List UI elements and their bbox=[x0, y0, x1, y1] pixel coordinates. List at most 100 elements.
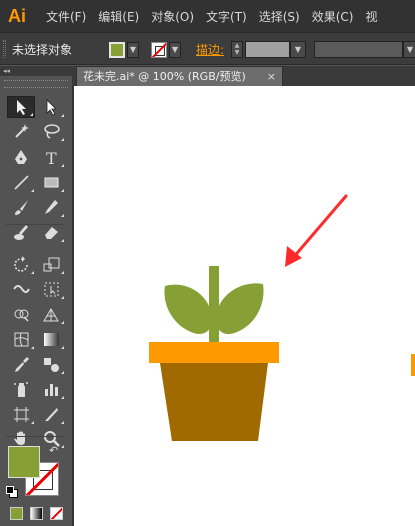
stroke-weight-input[interactable] bbox=[245, 41, 290, 58]
free-transform-tool-icon bbox=[44, 282, 59, 297]
magic-wand-tool-button[interactable] bbox=[7, 120, 35, 142]
rotate-tool-icon bbox=[14, 256, 28, 272]
selection-tool-icon bbox=[17, 100, 26, 115]
artboard-tool-button[interactable] bbox=[7, 403, 35, 425]
menu-edit[interactable]: 编辑(E) bbox=[98, 8, 139, 25]
stroke-color-swatch[interactable] bbox=[151, 42, 167, 58]
color-mode-button[interactable] bbox=[10, 507, 23, 520]
tool-flyout-indicator bbox=[31, 421, 34, 424]
menu-effect[interactable]: 效果(C) bbox=[312, 8, 354, 25]
tool-flyout-indicator bbox=[61, 346, 64, 349]
scale-tool-button[interactable] bbox=[37, 253, 65, 275]
slice-tool-icon bbox=[45, 408, 58, 421]
document-tab-title: 花未完.ai* @ 100% (RGB/预览) bbox=[83, 70, 246, 83]
tool-flyout-indicator bbox=[31, 271, 34, 274]
paintbrush-tool-button[interactable] bbox=[7, 196, 35, 218]
menu-bar: Ai 文件(F) 编辑(E) 对象(O) 文字(T) 选择(S) 效果(C) 视 bbox=[0, 0, 415, 32]
annotation-arrow-line bbox=[290, 194, 348, 261]
fill-color-swatch[interactable] bbox=[109, 42, 125, 58]
pen-tool-icon bbox=[15, 150, 27, 164]
tool-flyout-indicator bbox=[61, 296, 64, 299]
app-logo: Ai bbox=[8, 5, 26, 26]
eyedropper-tool-button[interactable] bbox=[7, 353, 35, 375]
type-tool-button[interactable]: T bbox=[37, 146, 65, 168]
tools-panel-header[interactable]: ◂◂ bbox=[0, 66, 72, 76]
variable-width-profile-dropdown[interactable]: ▼ bbox=[403, 41, 415, 58]
pen-tool-button[interactable] bbox=[7, 146, 35, 168]
type-tool-icon: T bbox=[46, 149, 57, 166]
mesh-tool-button[interactable] bbox=[7, 328, 35, 350]
magic-wand-tool-icon bbox=[15, 124, 29, 138]
menu-select[interactable]: 选择(S) bbox=[259, 8, 300, 25]
control-bar: 未选择对象 ▼ ▼ 描边: ▲ ▼ ▼ ▼ bbox=[0, 32, 415, 65]
none-mode-button[interactable] bbox=[50, 507, 63, 520]
plant-stem[interactable] bbox=[209, 266, 219, 344]
symbol-sprayer-tool-icon bbox=[14, 382, 28, 397]
right-leaf[interactable] bbox=[215, 283, 264, 335]
tool-divider bbox=[6, 224, 64, 225]
stroke-dropdown-button[interactable]: ▼ bbox=[169, 42, 181, 58]
direct-selection-tool-button[interactable] bbox=[37, 96, 65, 118]
tool-flyout-indicator bbox=[61, 421, 64, 424]
line-segment-tool-button[interactable] bbox=[7, 171, 35, 193]
eraser-tool-icon bbox=[45, 227, 58, 239]
blob-brush-tool-icon bbox=[14, 225, 28, 240]
tool-flyout-indicator bbox=[61, 445, 64, 448]
pot-rim[interactable] bbox=[149, 342, 279, 363]
lasso-tool-icon bbox=[44, 124, 60, 139]
perspective-grid-tool-icon bbox=[43, 308, 59, 322]
close-tab-icon[interactable]: × bbox=[267, 67, 276, 86]
shape-builder-tool-icon bbox=[14, 309, 29, 322]
tool-flyout-indicator bbox=[61, 321, 64, 324]
tool-divider bbox=[6, 436, 64, 437]
tool-flyout-indicator bbox=[61, 239, 64, 242]
width-tool-button[interactable] bbox=[7, 278, 35, 300]
menu-file[interactable]: 文件(F) bbox=[46, 8, 86, 25]
stroke-weight-stepper[interactable]: ▲ ▼ bbox=[231, 41, 243, 58]
tool-flyout-indicator bbox=[31, 189, 34, 192]
gradient-tool-icon bbox=[44, 333, 59, 346]
gradient-mode-button[interactable] bbox=[30, 507, 43, 520]
variable-width-profile-field[interactable] bbox=[314, 41, 403, 58]
perspective-grid-tool-button[interactable] bbox=[37, 303, 65, 325]
tool-flyout-indicator bbox=[61, 114, 64, 117]
pot-body[interactable] bbox=[160, 363, 268, 441]
pencil-tool-icon bbox=[45, 200, 58, 214]
selection-status: 未选择对象 bbox=[12, 43, 73, 57]
left-leaf[interactable] bbox=[164, 284, 213, 335]
menu-view[interactable]: 视 bbox=[365, 8, 377, 25]
direct-selection-tool-icon bbox=[46, 99, 57, 116]
illustrator-window: Ai 文件(F) 编辑(E) 对象(O) 文字(T) 选择(S) 效果(C) 视… bbox=[0, 0, 415, 526]
document-tab[interactable]: 花未完.ai* @ 100% (RGB/预览) × bbox=[76, 66, 283, 86]
stroke-panel-link[interactable]: 描边: bbox=[196, 41, 224, 58]
pencil-tool-button[interactable] bbox=[37, 196, 65, 218]
menu-object[interactable]: 对象(O) bbox=[151, 8, 194, 25]
lasso-tool-button[interactable] bbox=[37, 120, 65, 142]
blend-tool-button[interactable] bbox=[37, 353, 65, 375]
tool-flyout-indicator bbox=[30, 113, 33, 116]
fill-dropdown-button[interactable]: ▼ bbox=[127, 42, 139, 58]
symbol-sprayer-tool-button[interactable] bbox=[7, 378, 35, 400]
gradient-tool-button[interactable] bbox=[37, 328, 65, 350]
panel-grip[interactable] bbox=[3, 40, 6, 58]
selection-tool-button[interactable] bbox=[7, 96, 35, 118]
artwork bbox=[149, 194, 415, 441]
slice-tool-button[interactable] bbox=[37, 403, 65, 425]
artboard-canvas[interactable] bbox=[74, 86, 415, 526]
fill-color-box[interactable] bbox=[8, 446, 40, 478]
stroke-weight-dropdown[interactable]: ▼ bbox=[290, 41, 306, 58]
free-transform-tool-button[interactable] bbox=[37, 278, 65, 300]
tools-panel-grip[interactable] bbox=[4, 80, 68, 88]
artboard-tool-icon bbox=[14, 407, 29, 422]
rectangle-tool-button[interactable] bbox=[37, 171, 65, 193]
menu-type[interactable]: 文字(T) bbox=[206, 8, 247, 25]
rotate-tool-button[interactable] bbox=[7, 253, 35, 275]
tool-flyout-indicator bbox=[61, 371, 64, 374]
collapse-icon[interactable]: ◂◂ bbox=[3, 67, 10, 75]
shape-builder-tool-button[interactable] bbox=[7, 303, 35, 325]
column-graph-tool-button[interactable] bbox=[37, 378, 65, 400]
swap-fill-stroke-icon[interactable]: ↶ bbox=[49, 445, 61, 457]
tool-flyout-indicator bbox=[61, 189, 64, 192]
hand-tool-icon bbox=[14, 431, 25, 445]
default-fill-stroke-icon[interactable] bbox=[6, 486, 18, 498]
